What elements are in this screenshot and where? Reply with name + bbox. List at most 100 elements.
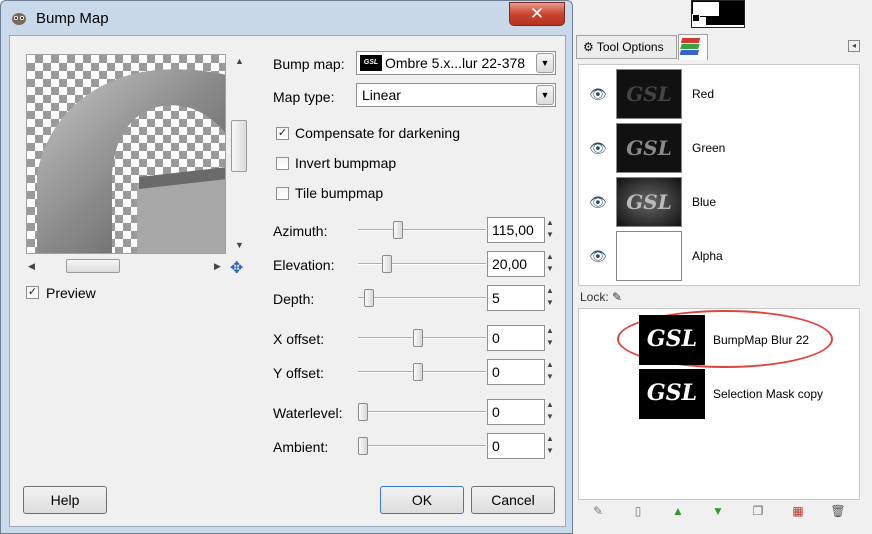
- channel-name: Blue: [692, 195, 717, 209]
- preview-label: Preview: [46, 285, 96, 301]
- help-button[interactable]: Help: [23, 486, 107, 514]
- dialog-body: ▲ ▼ ◀ ▶ ✥ ✓ Preview Bump map: GSL Ombre …: [9, 35, 566, 527]
- waterlevel-input[interactable]: 0: [487, 399, 545, 425]
- y-offset-spin-arrows-icon[interactable]: ▲ ▼: [546, 359, 556, 385]
- panel-menu-icon[interactable]: ◂: [848, 40, 860, 52]
- cancel-button[interactable]: Cancel: [471, 486, 555, 514]
- x-offset-label: X offset:: [273, 331, 325, 347]
- ok-button[interactable]: OK: [380, 486, 464, 514]
- lock-label: Lock: ✎: [580, 290, 622, 304]
- raise-channel-icon[interactable]: ▲: [670, 503, 686, 519]
- compensate-checkbox[interactable]: ✓: [276, 127, 289, 140]
- waterlevel-value: 0: [492, 404, 500, 420]
- close-button[interactable]: ✕: [509, 2, 565, 26]
- map-type-select[interactable]: Linear ▼: [356, 83, 556, 107]
- azimuth-label: Azimuth:: [273, 223, 328, 239]
- invert-checkbox[interactable]: [276, 157, 289, 170]
- ambient-slider-track[interactable]: [358, 445, 486, 447]
- x-offset-value: 0: [492, 330, 500, 346]
- channel-thumbnail: GSL: [616, 177, 682, 227]
- chevron-down-icon[interactable]: ▼: [536, 53, 554, 73]
- channel-thumbnail: GSL: [616, 69, 682, 119]
- channel-thumbnail: GSL: [616, 123, 682, 173]
- tab-channels[interactable]: [678, 34, 708, 60]
- eye-icon[interactable]: 👁: [589, 86, 607, 103]
- tool-options-icon: ⚙: [583, 40, 597, 54]
- new-channel-icon[interactable]: ▯: [630, 503, 646, 519]
- elevation-input[interactable]: 20,00: [487, 251, 545, 277]
- depth-label: Depth:: [273, 291, 315, 307]
- depth-slider-handle[interactable]: [364, 289, 374, 307]
- depth-spin-arrows-icon[interactable]: ▲ ▼: [546, 285, 556, 311]
- azimuth-spin-arrows-icon[interactable]: ▲ ▼: [546, 217, 556, 243]
- elevation-spin-arrows-icon[interactable]: ▲ ▼: [546, 251, 556, 277]
- bump-map-dialog: Bump Map ✕ ▲ ▼ ◀ ▶ ✥ ✓ Preview Bump map:…: [0, 0, 573, 534]
- channel-name: Red: [692, 87, 715, 101]
- title-bar: Bump Map ✕: [1, 1, 572, 35]
- tile-checkbox[interactable]: [276, 187, 289, 200]
- default-colors-icon[interactable]: [692, 14, 700, 22]
- x-offset-spin-arrows-icon[interactable]: ▲ ▼: [546, 325, 556, 351]
- layer-name: Selection Mask copy: [713, 387, 824, 401]
- x-offset-input[interactable]: 0: [487, 325, 545, 351]
- ambient-slider-handle[interactable]: [358, 437, 368, 455]
- gimp-app-icon: [12, 13, 26, 25]
- eye-icon[interactable]: 👁: [589, 248, 607, 265]
- channel-row-red[interactable]: 👁 GSL Red: [579, 67, 861, 121]
- horizontal-scroll-thumb[interactable]: [66, 259, 120, 273]
- y-offset-value: 0: [492, 364, 500, 380]
- waterlevel-slider-handle[interactable]: [358, 403, 368, 421]
- waterlevel-spin-arrows-icon[interactable]: ▲ ▼: [546, 399, 556, 425]
- duplicate-channel-icon[interactable]: ❐: [750, 503, 766, 519]
- waterlevel-label: Waterlevel:: [273, 405, 343, 421]
- elevation-slider-track[interactable]: [358, 263, 486, 265]
- depth-input[interactable]: 5: [487, 285, 545, 311]
- channel-thumbnail: [616, 231, 682, 281]
- channel-to-selection-icon[interactable]: ▦: [790, 503, 806, 519]
- depth-slider-track[interactable]: [358, 297, 486, 299]
- layers-list: GSL BumpMap Blur 22 GSL Selection Mask c…: [578, 308, 860, 500]
- chevron-down-icon[interactable]: ▼: [536, 85, 554, 105]
- navigate-move-icon[interactable]: ✥: [230, 258, 243, 278]
- azimuth-value: 115,00: [492, 222, 534, 238]
- scroll-right-arrow-icon[interactable]: ▶: [214, 261, 221, 272]
- layer-row-selection-mask[interactable]: GSL Selection Mask copy: [579, 367, 861, 421]
- edit-channel-icon[interactable]: ✎: [590, 503, 606, 519]
- channel-row-alpha[interactable]: 👁 Alpha: [579, 229, 861, 283]
- tab-tool-options[interactable]: ⚙ Tool Options: [576, 35, 677, 59]
- channel-row-green[interactable]: 👁 GSL Green: [579, 121, 861, 175]
- dock-tabbar: ⚙ Tool Options ◂: [576, 34, 866, 60]
- lower-channel-icon[interactable]: ▼: [710, 503, 726, 519]
- azimuth-slider-handle[interactable]: [393, 221, 403, 239]
- x-offset-slider-handle[interactable]: [413, 329, 423, 347]
- layer-thumbnail: GSL: [639, 315, 705, 365]
- preview-checkbox[interactable]: ✓: [26, 286, 39, 299]
- ambient-spin-arrows-icon[interactable]: ▲ ▼: [546, 433, 556, 459]
- y-offset-slider-handle[interactable]: [413, 363, 423, 381]
- scroll-up-arrow-icon[interactable]: ▲: [235, 56, 244, 66]
- ambient-input[interactable]: 0: [487, 433, 545, 459]
- bump-map-select[interactable]: GSL Ombre 5.x...lur 22-378 ▼: [356, 51, 556, 75]
- scroll-down-arrow-icon[interactable]: ▼: [235, 240, 244, 250]
- brush-lock-icon[interactable]: ✎: [612, 290, 622, 304]
- bump-map-label: Bump map:: [273, 56, 345, 72]
- layer-name: BumpMap Blur 22: [713, 333, 810, 347]
- delete-channel-icon[interactable]: 🗑: [830, 503, 846, 519]
- eye-icon[interactable]: 👁: [589, 194, 607, 211]
- azimuth-input[interactable]: 115,00: [487, 217, 545, 243]
- scroll-left-arrow-icon[interactable]: ◀: [28, 261, 35, 272]
- preview-horizontal-scrollbar[interactable]: ◀ ▶: [26, 258, 226, 274]
- layer-thumbnail: GSL: [639, 369, 705, 419]
- waterlevel-slider-track[interactable]: [358, 411, 486, 413]
- channel-row-blue[interactable]: 👁 GSL Blue: [579, 175, 861, 229]
- ambient-value: 0: [492, 438, 500, 454]
- preview-vertical-scrollbar[interactable]: ▲ ▼: [231, 54, 247, 254]
- azimuth-slider-track[interactable]: [358, 229, 486, 231]
- vertical-scroll-thumb[interactable]: [231, 120, 247, 172]
- eye-icon[interactable]: 👁: [589, 140, 607, 157]
- layer-row-bumpmap-blur[interactable]: GSL BumpMap Blur 22: [579, 310, 861, 368]
- elevation-value: 20,00: [492, 256, 528, 272]
- elevation-slider-handle[interactable]: [382, 255, 392, 273]
- y-offset-input[interactable]: 0: [487, 359, 545, 385]
- preview-canvas[interactable]: [26, 54, 226, 254]
